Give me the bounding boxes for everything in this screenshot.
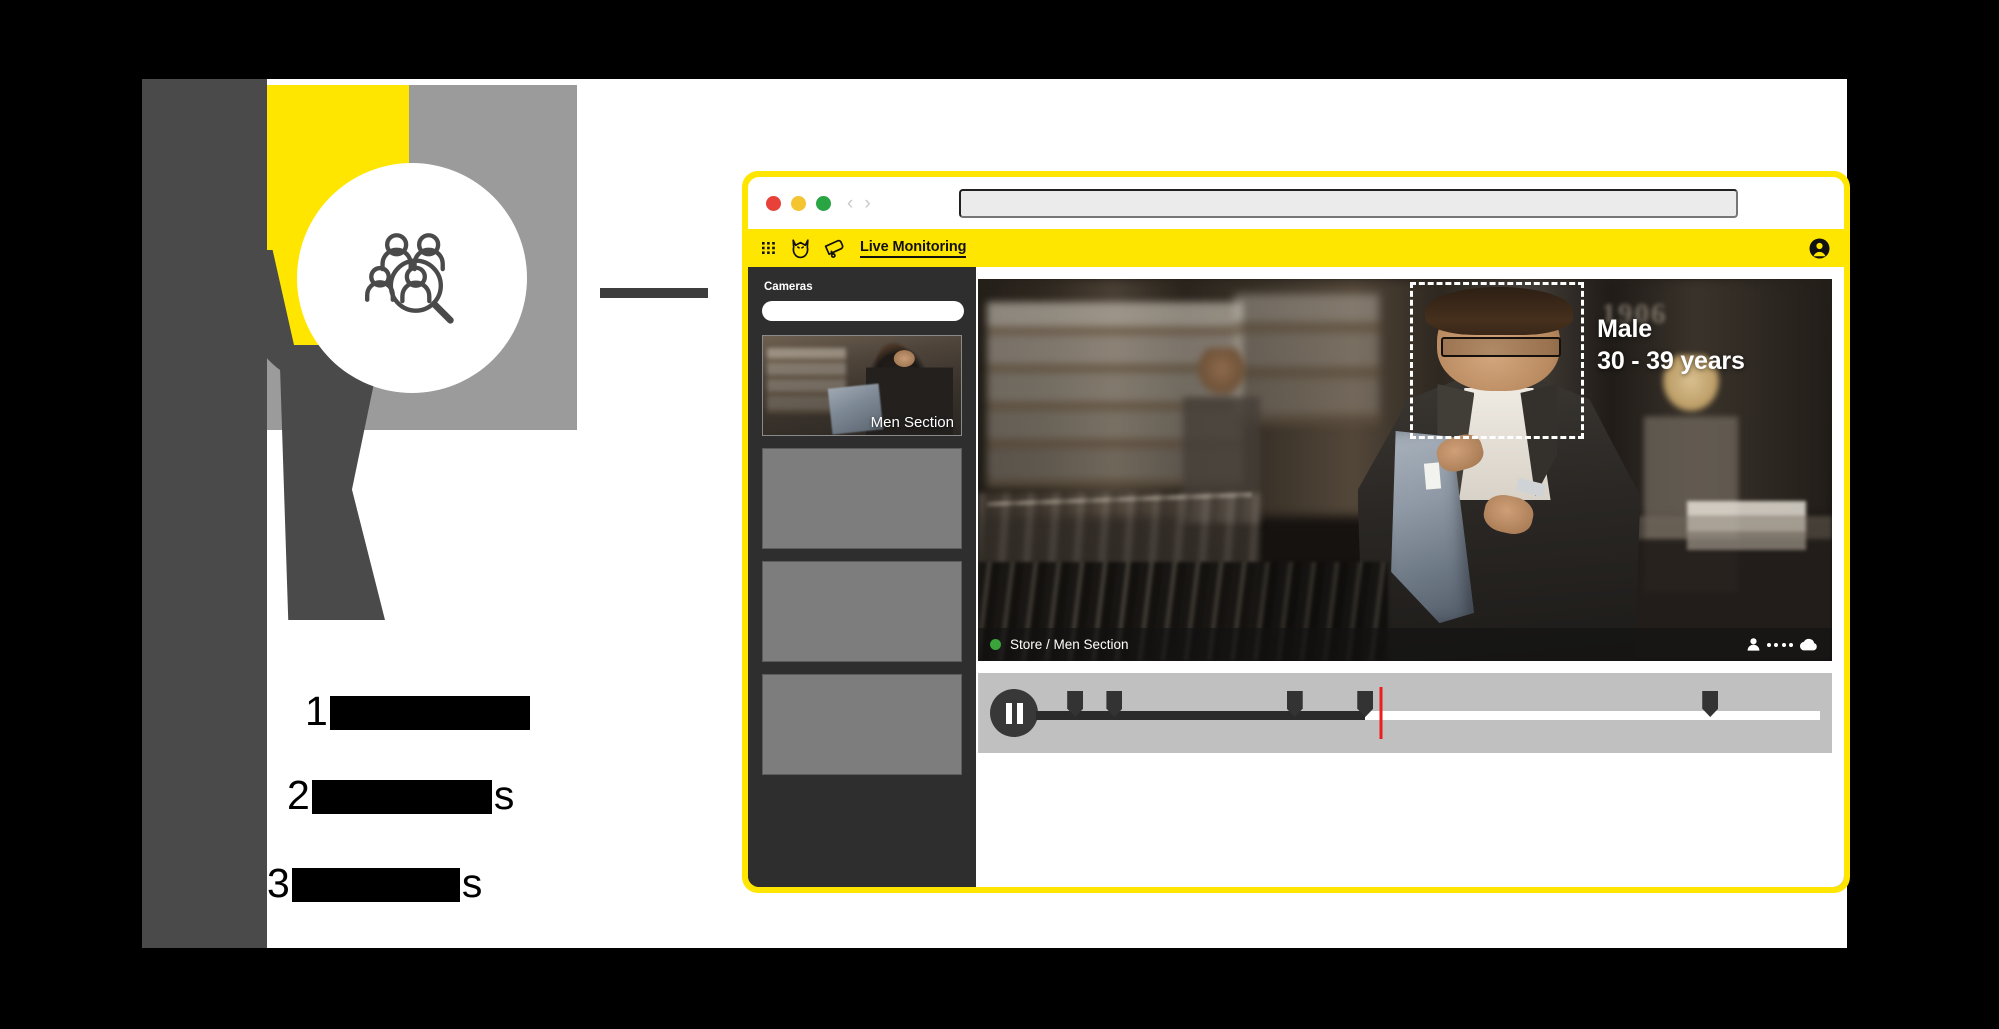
page-title[interactable]: Live Monitoring [860,239,967,258]
sidebar-heading: Cameras [764,281,813,293]
timeline-progress [1036,711,1366,720]
decorative-dash [600,288,708,298]
video-viewer: 1906 Male 30 - 39 years Store / Men Sect… [976,267,1844,887]
camera-list-item-men-section[interactable]: Men Section [762,335,962,436]
minimize-window-button[interactable] [791,195,806,211]
list-item-tail: s [493,772,515,818]
screenshot-root: 1 2 s 3 s ‹ › Live Monitoring Cameras Me… [0,0,1999,1029]
detection-info: Male 30 - 39 years [1597,313,1745,377]
account-avatar-icon[interactable] [1809,238,1830,259]
browser-nav: ‹ › [847,194,871,213]
people-search-icon [365,233,454,324]
hero-icon-circle [297,163,527,393]
face-detection-box [1410,282,1585,439]
pause-button[interactable] [990,689,1038,737]
maximize-window-button[interactable] [816,195,831,211]
list-item-number: 1 [305,688,328,734]
camera-list: Men Section [762,335,964,775]
browser-window: ‹ › Live Monitoring Cameras Men Section … [742,171,1850,893]
app-header: Live Monitoring [748,229,1844,267]
video-status-bar: Store / Men Section [978,628,1832,661]
list-item: 1 [305,688,532,735]
ellipsis-icon[interactable] [1766,642,1793,647]
list-item-number: 3 [267,860,290,906]
list-item-tail: s [461,860,483,906]
forward-button[interactable]: › [864,194,870,213]
camera-list-item-3[interactable] [762,561,962,662]
close-window-button[interactable] [766,195,781,211]
detection-age-range: 30 - 39 years [1597,347,1745,376]
person-count-icon[interactable] [1746,637,1761,652]
camera-search-input[interactable] [762,301,964,321]
browser-chrome: ‹ › [748,177,1844,229]
app-body: Cameras Men Section 1906 Male 30 - 39 ye… [748,267,1844,887]
live-status-dot [990,639,1001,650]
video-status-icons [1746,637,1819,652]
cloud-storage-icon[interactable] [1799,638,1818,651]
video-player[interactable]: 1906 Male 30 - 39 years Store / Men Sect… [978,279,1832,661]
app-header-icons [761,238,846,259]
back-button[interactable]: ‹ [847,194,853,213]
camera-list-item-4[interactable] [762,674,962,775]
redacted-bar [291,868,460,902]
apps-grid-icon[interactable] [761,240,777,256]
detection-gender: Male [1597,315,1652,344]
pause-icon [1005,702,1012,724]
cat-logo-icon[interactable] [791,238,810,259]
playback-timeline[interactable] [978,673,1832,753]
redacted-bar [311,780,492,814]
camera-sidebar: Cameras Men Section [748,267,976,887]
pause-icon [1016,702,1023,724]
address-bar[interactable] [958,188,1738,218]
list-item-number: 2 [287,772,310,818]
camera-list-item-2[interactable] [762,448,962,549]
list-item: 3 s [267,860,482,907]
redacted-bar [329,696,530,730]
list-item: 2 s [287,772,514,819]
timeline-track[interactable] [1036,711,1820,720]
camera-item-label: Men Section [870,414,954,431]
security-camera-icon[interactable] [824,239,846,258]
redacted-text-list: 1 2 s 3 s [267,680,727,950]
timeline-playhead[interactable] [1379,687,1383,739]
window-controls [766,195,831,211]
camera-location-label: Store / Men Section [1010,637,1129,652]
